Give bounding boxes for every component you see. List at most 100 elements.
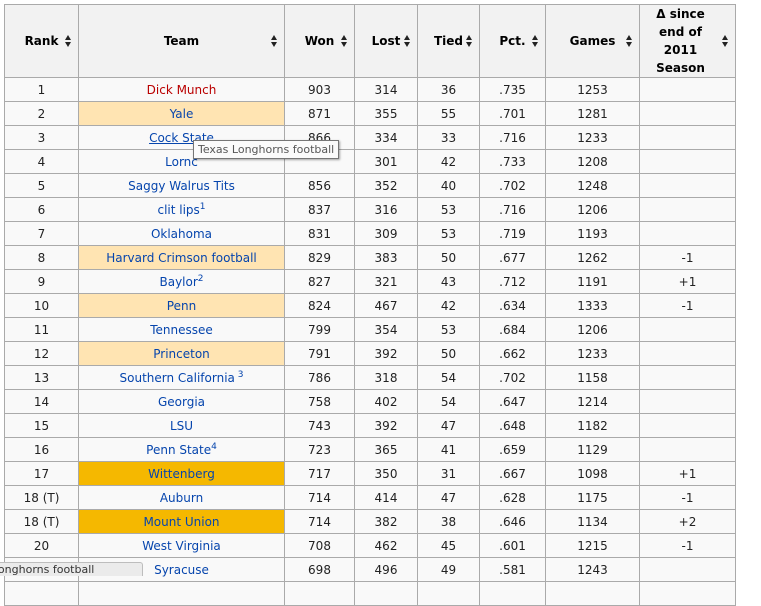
cell-team[interactable]: Southern California 3 (78, 365, 285, 390)
cell-team[interactable]: Penn State4 (78, 437, 285, 462)
sort-icon[interactable] (65, 35, 72, 47)
team-link[interactable]: Auburn (160, 491, 203, 505)
cell-pct: .628 (479, 485, 546, 510)
column-header-tied[interactable]: Tied (417, 4, 480, 78)
team-link[interactable]: Harvard Crimson football (106, 251, 257, 265)
cell-team[interactable]: Oklahoma (78, 221, 285, 246)
cell-team[interactable]: Penn (78, 293, 285, 318)
table-row: 20 West Virginia 708 462 45.601 1215 -1 (4, 533, 736, 558)
status-bar: Longhorns football (0, 562, 143, 576)
footnote-ref[interactable]: 4 (211, 442, 217, 452)
team-link[interactable]: Penn State (146, 443, 211, 457)
cell-team[interactable]: Dick Munch (78, 77, 285, 102)
page-content: Rank Team Won Lost Tied Pct. Games Δ sin… (4, 4, 736, 606)
column-header-won[interactable]: Won (284, 4, 355, 78)
team-link[interactable]: Mount Union (143, 515, 219, 529)
column-header-games[interactable]: Games (545, 4, 640, 78)
column-header-delta[interactable]: Δ since end of 2011 Season (639, 4, 736, 78)
cell-team[interactable]: Harvard Crimson football (78, 245, 285, 270)
cell-delta: -1 (639, 533, 736, 558)
cell-lost: 414 (354, 485, 418, 510)
footnote-ref[interactable]: 1 (200, 202, 206, 212)
table-row: 5 Saggy Walrus Tits 856 352 40.702 1248 (4, 173, 736, 198)
cell-delta (639, 221, 736, 246)
team-link[interactable]: clit lips (157, 203, 199, 217)
team-link[interactable]: LSU (170, 419, 193, 433)
column-header-lost[interactable]: Lost (354, 4, 418, 78)
team-link[interactable]: Baylor (159, 275, 197, 289)
team-link[interactable]: Georgia (158, 395, 205, 409)
cell-games: 1233 (545, 125, 640, 150)
cell-team[interactable]: Saggy Walrus Tits (78, 173, 285, 198)
cell-delta: -1 (639, 293, 736, 318)
team-link[interactable]: West Virginia (142, 539, 221, 553)
cell-rank: 18 (T) (4, 485, 79, 510)
team-link[interactable]: Saggy Walrus Tits (128, 179, 235, 193)
cell-tied: 41 (417, 437, 480, 462)
sort-icon[interactable] (404, 35, 411, 47)
cell-pct: .735 (479, 77, 546, 102)
cell-rank: 15 (4, 413, 79, 438)
cell-rank (4, 581, 79, 606)
cell-won: 827 (284, 269, 355, 294)
cell-won: 758 (284, 389, 355, 414)
table-row: 12 Princeton 791 392 50.662 1233 (4, 341, 736, 366)
cell-lost: 462 (354, 533, 418, 558)
header-row: Rank Team Won Lost Tied Pct. Games Δ sin… (4, 4, 736, 78)
cell-delta (639, 173, 736, 198)
table-row: 14 Georgia 758 402 54.647 1214 (4, 389, 736, 414)
cell-won: 786 (284, 365, 355, 390)
cell-tied: 47 (417, 413, 480, 438)
sort-icon[interactable] (722, 35, 729, 47)
column-header-team[interactable]: Team (78, 4, 285, 78)
footnote-ref[interactable]: 2 (198, 274, 204, 284)
sort-icon[interactable] (271, 35, 278, 47)
team-link[interactable]: Southern California (120, 371, 235, 385)
cell-pct (479, 581, 546, 606)
column-header-pct[interactable]: Pct. (479, 4, 546, 78)
team-link[interactable]: Tennessee (150, 323, 213, 337)
cell-rank: 13 (4, 365, 79, 390)
table-row: 15 LSU 743 392 47.648 1182 (4, 413, 736, 438)
cell-team[interactable]: Princeton (78, 341, 285, 366)
cell-team[interactable]: Mount Union (78, 509, 285, 534)
cell-games: 1248 (545, 173, 640, 198)
cell-games: 1158 (545, 365, 640, 390)
team-link[interactable]: Syracuse (154, 563, 209, 577)
cell-delta: -1 (639, 245, 736, 270)
sort-icon[interactable] (341, 35, 348, 47)
cell-delta (639, 317, 736, 342)
sort-icon[interactable] (466, 35, 473, 47)
cell-pct: .662 (479, 341, 546, 366)
cell-rank: 14 (4, 389, 79, 414)
team-link[interactable]: Wittenberg (148, 467, 215, 481)
cell-won: 903 (284, 77, 355, 102)
cell-games: 1206 (545, 317, 640, 342)
cell-tied (417, 581, 480, 606)
team-link[interactable]: Princeton (153, 347, 210, 361)
cell-team[interactable]: Baylor2 (78, 269, 285, 294)
cell-team[interactable]: Auburn (78, 485, 285, 510)
cell-team[interactable]: Yale (78, 101, 285, 126)
cell-games: 1253 (545, 77, 640, 102)
cell-team[interactable]: Georgia (78, 389, 285, 414)
cell-team[interactable]: West Virginia (78, 533, 285, 558)
cell-tied: 40 (417, 173, 480, 198)
cell-lost: 383 (354, 245, 418, 270)
cell-team[interactable]: Tennessee (78, 317, 285, 342)
team-link[interactable]: Yale (170, 107, 194, 121)
cell-won: 714 (284, 485, 355, 510)
cell-team[interactable]: Wittenberg (78, 461, 285, 486)
team-link[interactable]: Penn (167, 299, 196, 313)
cell-tied: 31 (417, 461, 480, 486)
cell-delta (639, 437, 736, 462)
cell-pct: .647 (479, 389, 546, 414)
team-link[interactable]: Oklahoma (151, 227, 212, 241)
sort-icon[interactable] (626, 35, 633, 47)
sort-icon[interactable] (532, 35, 539, 47)
team-link[interactable]: Dick Munch (147, 83, 217, 97)
footnote-ref[interactable]: 3 (235, 370, 244, 380)
cell-team[interactable]: clit lips1 (78, 197, 285, 222)
cell-team[interactable]: LSU (78, 413, 285, 438)
column-header-rank[interactable]: Rank (4, 4, 79, 78)
